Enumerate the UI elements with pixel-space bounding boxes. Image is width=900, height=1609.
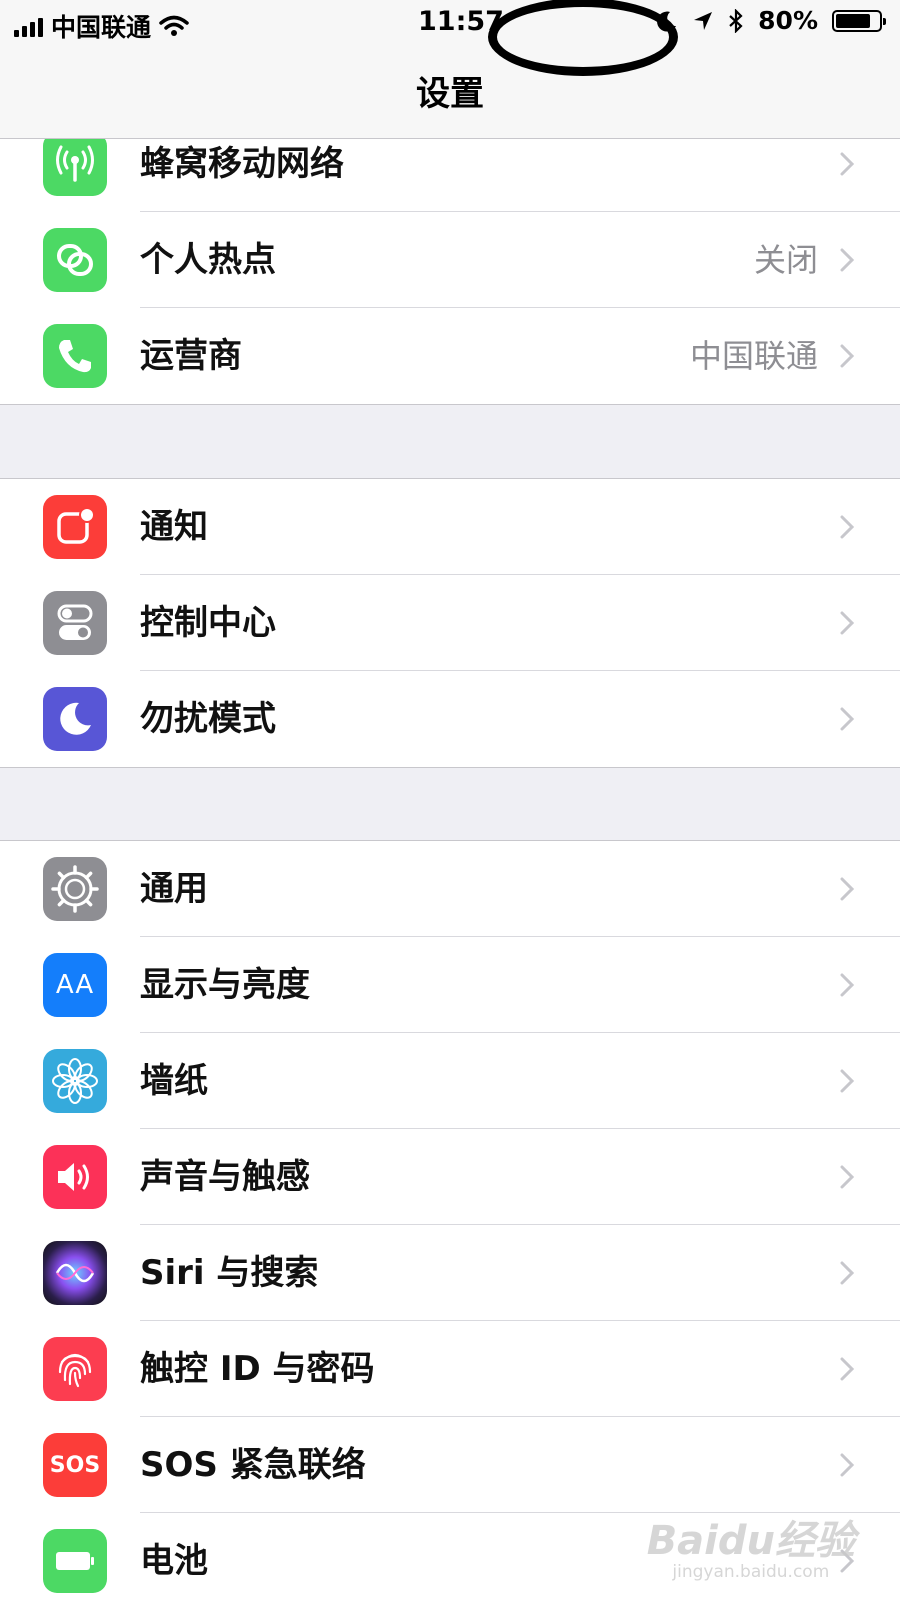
sos-icon: SOS bbox=[43, 1433, 107, 1497]
chevron-right-icon bbox=[840, 152, 855, 176]
location-arrow-icon bbox=[694, 11, 713, 30]
battery-percent: 80% bbox=[758, 6, 818, 35]
settings-row-hotspot[interactable]: 个人热点 关闭 bbox=[0, 212, 900, 308]
settings-row-wallpaper[interactable]: 墙纸 bbox=[0, 1033, 900, 1129]
settings-group-notifications: 通知 控制中心 勿扰模式 bbox=[0, 479, 900, 767]
gear-icon bbox=[43, 857, 107, 921]
row-label: SOS 紧急联络 bbox=[140, 1445, 366, 1485]
cellular-antenna-icon bbox=[43, 132, 107, 196]
page-title: 设置 bbox=[416, 74, 484, 114]
phone-icon bbox=[43, 324, 107, 388]
chevron-right-icon bbox=[840, 877, 855, 901]
chevron-right-icon bbox=[840, 611, 855, 635]
settings-row-carrier[interactable]: 运营商 中国联通 bbox=[0, 308, 900, 404]
moon-icon bbox=[43, 687, 107, 751]
row-label: 通用 bbox=[140, 869, 208, 909]
row-label: 运营商 bbox=[140, 336, 242, 376]
row-label: 通知 bbox=[140, 507, 208, 547]
settings-group-network: 蜂窝移动网络 个人热点 关闭 运营商 中国联通 bbox=[0, 116, 900, 404]
chevron-right-icon bbox=[840, 248, 855, 272]
chevron-right-icon bbox=[840, 344, 855, 368]
baidu-watermark: Baidu经验 jingyan.baidu.com bbox=[647, 1508, 855, 1582]
text-size-glyph: AA bbox=[55, 970, 95, 1000]
chevron-right-icon bbox=[840, 1069, 855, 1093]
settings-row-general[interactable]: 通用 bbox=[0, 841, 900, 937]
notification-icon bbox=[43, 495, 107, 559]
group-divider bbox=[0, 404, 900, 405]
fingerprint-icon bbox=[43, 1337, 107, 1401]
wifi-icon bbox=[159, 15, 189, 36]
row-label: 控制中心 bbox=[140, 603, 276, 643]
hotspot-link-icon bbox=[43, 228, 107, 292]
settings-group-general: 通用 AA 显示与亮度 墙纸 声音与触感 Siri 与搜索 触控 ID 与密码 … bbox=[0, 841, 900, 1609]
sos-glyph: SOS bbox=[49, 1452, 101, 1478]
row-detail: 关闭 bbox=[753, 241, 818, 279]
settings-row-sounds-haptics[interactable]: 声音与触感 bbox=[0, 1129, 900, 1225]
chevron-right-icon bbox=[840, 1261, 855, 1285]
speaker-icon bbox=[43, 1145, 107, 1209]
row-label: 个人热点 bbox=[140, 240, 276, 280]
settings-row-display-brightness[interactable]: AA 显示与亮度 bbox=[0, 937, 900, 1033]
chevron-right-icon bbox=[840, 973, 855, 997]
chevron-right-icon bbox=[840, 1357, 855, 1381]
top-bar: 中国联通 11:57 80% 设置 bbox=[0, 0, 900, 139]
scribble-annotation bbox=[488, 0, 678, 76]
row-label: 墙纸 bbox=[140, 1061, 208, 1101]
status-bar: 中国联通 11:57 80% bbox=[0, 0, 900, 46]
row-label: 电池 bbox=[140, 1541, 208, 1581]
chevron-right-icon bbox=[840, 707, 855, 731]
settings-row-siri-search[interactable]: Siri 与搜索 bbox=[0, 1225, 900, 1321]
control-center-icon bbox=[43, 591, 107, 655]
settings-row-emergency-sos[interactable]: SOS SOS 紧急联络 bbox=[0, 1417, 900, 1513]
chevron-right-icon bbox=[840, 515, 855, 539]
row-label: 声音与触感 bbox=[140, 1157, 310, 1197]
row-label: Siri 与搜索 bbox=[140, 1253, 319, 1293]
chevron-right-icon bbox=[840, 1165, 855, 1189]
text-size-icon: AA bbox=[43, 953, 107, 1017]
group-divider bbox=[0, 767, 900, 768]
flower-icon bbox=[43, 1049, 107, 1113]
siri-icon bbox=[43, 1241, 107, 1305]
carrier-name: 中国联通 bbox=[51, 13, 152, 42]
row-label: 触控 ID 与密码 bbox=[140, 1349, 375, 1389]
signal-strength-icon bbox=[14, 15, 43, 37]
row-detail: 中国联通 bbox=[689, 337, 818, 375]
battery-indicator-icon bbox=[832, 9, 886, 32]
settings-row-touch-id-passcode[interactable]: 触控 ID 与密码 bbox=[0, 1321, 900, 1417]
battery-icon bbox=[43, 1529, 107, 1593]
chevron-right-icon bbox=[840, 1453, 855, 1477]
watermark-url: jingyan.baidu.com bbox=[672, 1562, 830, 1582]
row-label: 显示与亮度 bbox=[140, 965, 310, 1005]
settings-row-control-center[interactable]: 控制中心 bbox=[0, 575, 900, 671]
bluetooth-icon bbox=[729, 8, 743, 33]
watermark-logo: Baidu经验 bbox=[646, 1518, 855, 1564]
settings-row-notifications[interactable]: 通知 bbox=[0, 479, 900, 575]
row-label: 勿扰模式 bbox=[140, 699, 276, 739]
settings-row-do-not-disturb[interactable]: 勿扰模式 bbox=[0, 671, 900, 767]
